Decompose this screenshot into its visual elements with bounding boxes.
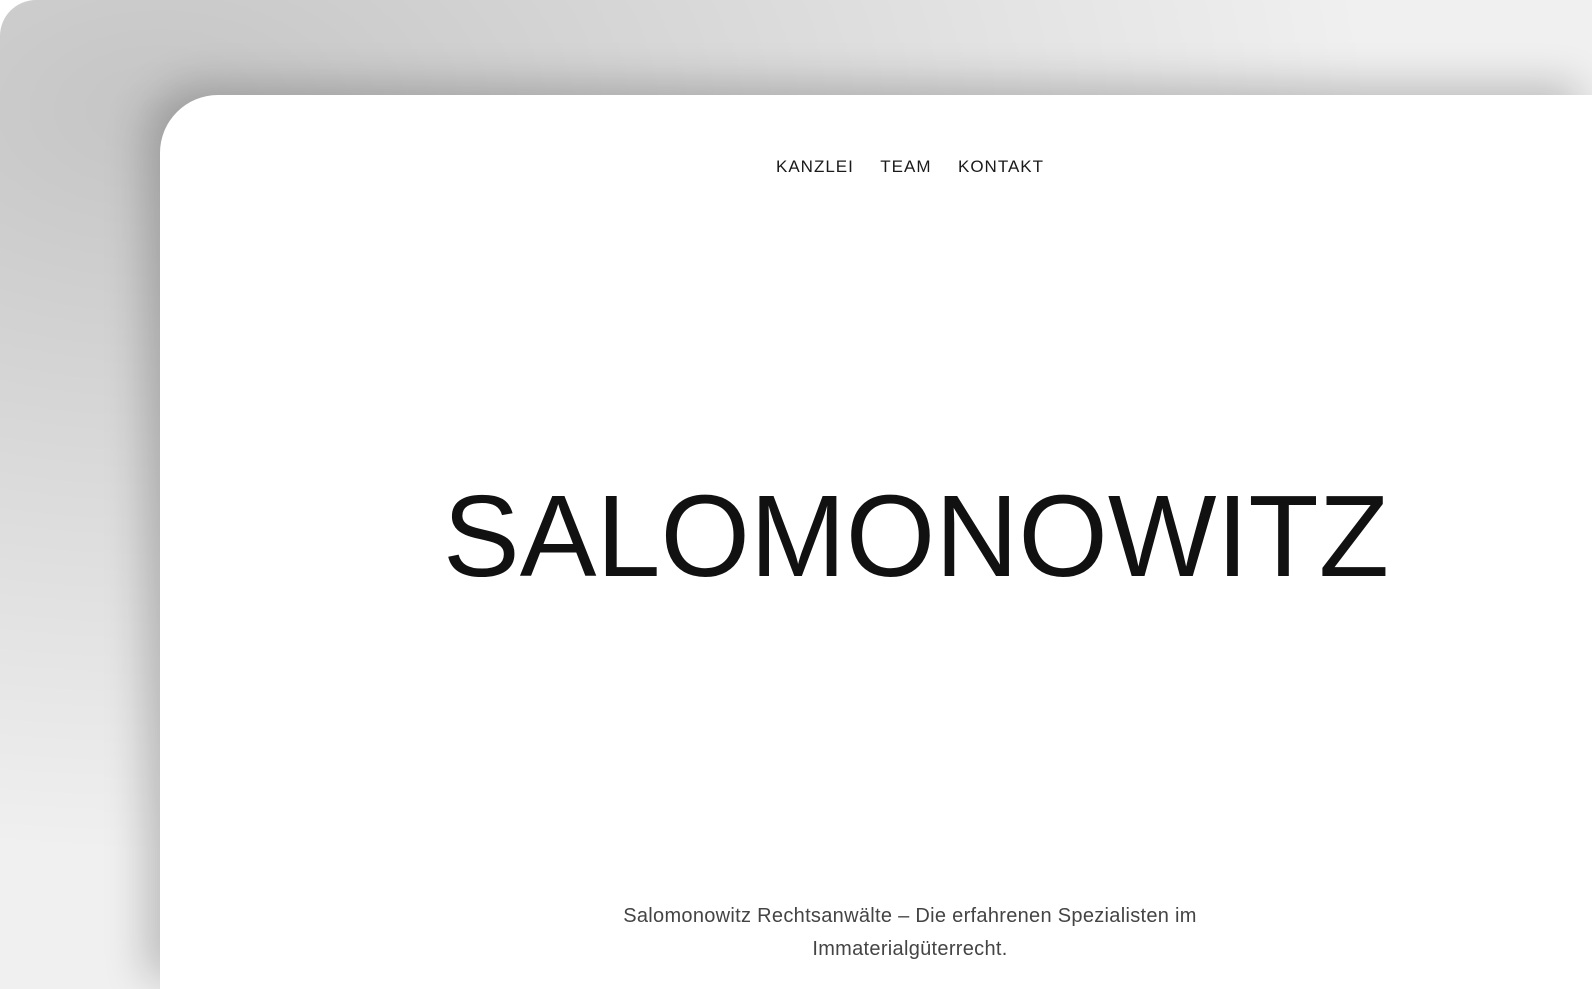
nav-link-kanzlei[interactable]: KANZLEI [776, 157, 854, 177]
tagline-line-2: Immaterialgüterrecht. [812, 938, 1008, 960]
logo-wordmark: SALOMONOWITZ [443, 488, 1389, 588]
tagline: Salomonowitz Rechtsanwälte – Die erfahre… [160, 900, 1592, 966]
logo-text: SALOMONOWITZ [443, 488, 1389, 588]
nav-link-team[interactable]: TEAM [880, 157, 931, 177]
nav-link-kontakt[interactable]: KONTAKT [958, 157, 1044, 177]
tagline-line-1: Salomonowitz Rechtsanwälte – Die erfahre… [623, 905, 1197, 927]
page-viewport: KANZLEI TEAM KONTAKT SALOMONOWITZ Salomo… [160, 95, 1592, 989]
main-navigation: KANZLEI TEAM KONTAKT [160, 157, 1592, 177]
salomonowitz-logo: SALOMONOWITZ [436, 488, 1396, 588]
